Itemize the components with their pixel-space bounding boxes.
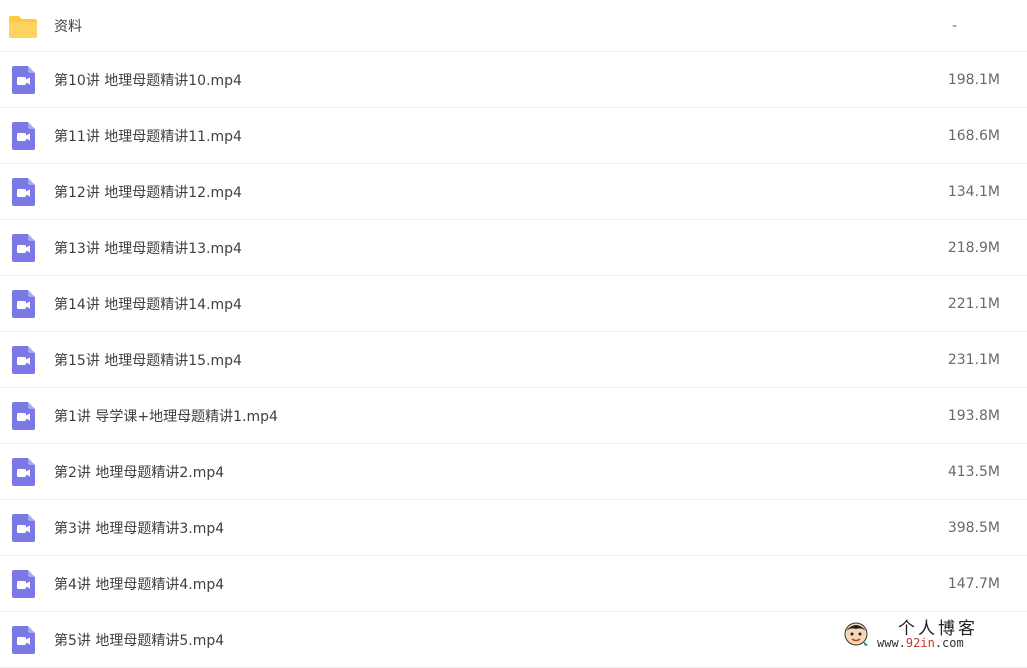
mascot-logo — [844, 622, 868, 646]
video-file-icon — [12, 289, 35, 318]
file-size: 218.9M — [947, 239, 1000, 256]
list-item[interactable]: 第3讲 地理母题精讲3.mp4 398.5M — [0, 500, 1027, 556]
file-name[interactable]: 第12讲 地理母题精讲12.mp4 — [54, 182, 242, 202]
video-file-icon — [12, 513, 35, 542]
list-item[interactable]: 第10讲 地理母题精讲10.mp4 198.1M — [0, 52, 1027, 108]
folder-icon — [9, 15, 37, 38]
list-item[interactable]: 第15讲 地理母题精讲15.mp4 231.1M — [0, 332, 1027, 388]
file-size: 134.1M — [947, 183, 1000, 200]
file-size: 193.8M — [947, 407, 1000, 424]
file-size: 198.1M — [947, 71, 1000, 88]
file-size: 221.1M — [947, 295, 1000, 312]
video-file-icon — [12, 233, 35, 262]
video-file-icon — [12, 401, 35, 430]
list-item[interactable]: 第2讲 地理母题精讲2.mp4 413.5M — [0, 444, 1027, 500]
file-name[interactable]: 资料 — [54, 16, 82, 36]
file-name[interactable]: 第3讲 地理母题精讲3.mp4 — [54, 518, 224, 538]
list-item[interactable]: 第13讲 地理母题精讲13.mp4 218.9M — [0, 220, 1027, 276]
file-size: 413.5M — [947, 463, 1000, 480]
file-name[interactable]: 第2讲 地理母题精讲2.mp4 — [54, 462, 224, 482]
file-name[interactable]: 第4讲 地理母题精讲4.mp4 — [54, 574, 224, 594]
file-size: 398.5M — [947, 519, 1000, 536]
watermark-url-suffix: .com — [934, 636, 964, 650]
file-name[interactable]: 第11讲 地理母题精讲11.mp4 — [54, 126, 242, 146]
video-file-icon — [12, 177, 35, 206]
list-item[interactable]: 第12讲 地理母题精讲12.mp4 134.1M — [0, 164, 1027, 220]
file-name[interactable]: 第1讲 导学课+地理母题精讲1.mp4 — [54, 406, 278, 426]
watermark-url: www.92in.com — [877, 636, 964, 650]
file-name[interactable]: 第14讲 地理母题精讲14.mp4 — [54, 294, 242, 314]
watermark: 个人博客 www.92in.com — [843, 613, 1013, 653]
video-file-icon — [12, 65, 35, 94]
file-list: 资料 - 第10讲 地理母题精讲10.mp4 198.1M 第11讲 地理母题精… — [0, 0, 1027, 668]
list-item[interactable]: 第1讲 导学课+地理母题精讲1.mp4 193.8M — [0, 388, 1027, 444]
file-name[interactable]: 第13讲 地理母题精讲13.mp4 — [54, 238, 242, 258]
file-name[interactable]: 第5讲 地理母题精讲5.mp4 — [54, 630, 224, 650]
list-item[interactable]: 第14讲 地理母题精讲14.mp4 221.1M — [0, 276, 1027, 332]
file-size: 147.7M — [947, 575, 1000, 592]
watermark-url-prefix: www. — [877, 636, 906, 650]
video-file-icon — [12, 569, 35, 598]
file-size: 168.6M — [947, 127, 1000, 144]
file-size: - — [951, 17, 957, 34]
video-file-icon — [12, 345, 35, 374]
file-name[interactable]: 第10讲 地理母题精讲10.mp4 — [54, 70, 242, 90]
file-size: 231.1M — [947, 351, 1000, 368]
video-file-icon — [12, 457, 35, 486]
list-item[interactable]: 资料 - — [0, 0, 1027, 52]
watermark-url-highlight: 92in — [905, 636, 935, 650]
list-item[interactable]: 第11讲 地理母题精讲11.mp4 168.6M — [0, 108, 1027, 164]
video-file-icon — [12, 121, 35, 150]
video-file-icon — [12, 625, 35, 654]
file-name[interactable]: 第15讲 地理母题精讲15.mp4 — [54, 350, 242, 370]
list-item[interactable]: 第4讲 地理母题精讲4.mp4 147.7M — [0, 556, 1027, 612]
